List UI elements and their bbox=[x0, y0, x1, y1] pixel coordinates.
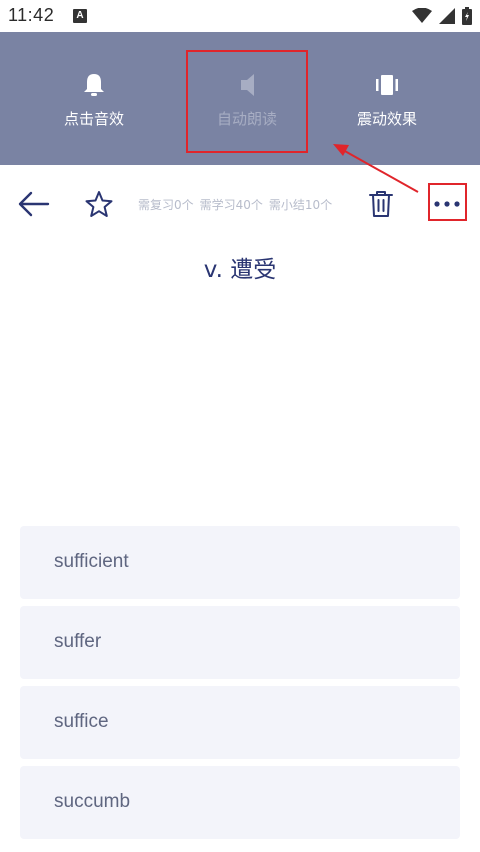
notification-a-icon: A bbox=[73, 9, 87, 23]
annotation-highlight-auto-read bbox=[186, 50, 308, 153]
study-stats: 需复习0个 需学习40个 需小结10个 bbox=[138, 196, 338, 213]
summary-count: 需小结10个 bbox=[268, 198, 333, 212]
choice-text: succumb bbox=[54, 791, 131, 812]
choice-option[interactable]: succumb bbox=[20, 766, 460, 839]
review-count: 需复习0个 bbox=[138, 198, 194, 212]
choice-option[interactable]: suffice bbox=[20, 686, 460, 759]
vibrate-icon bbox=[376, 75, 398, 95]
click-sound-toggle[interactable]: 点击音效 bbox=[14, 32, 174, 165]
toolbar: 需复习0个 需学习40个 需小结10个 bbox=[0, 180, 480, 228]
choice-text: suffice bbox=[54, 711, 109, 732]
choice-option[interactable]: suffer bbox=[20, 606, 460, 679]
delete-button[interactable] bbox=[367, 188, 395, 220]
choice-option[interactable]: sufficient bbox=[20, 526, 460, 599]
annotation-highlight-more bbox=[428, 183, 467, 221]
favorite-button[interactable] bbox=[83, 188, 115, 220]
battery-icon bbox=[462, 7, 472, 25]
arrow-left-icon bbox=[18, 191, 50, 217]
status-icons bbox=[412, 6, 472, 26]
star-icon bbox=[85, 191, 113, 217]
click-sound-label: 点击音效 bbox=[63, 110, 124, 128]
back-button[interactable] bbox=[16, 188, 52, 220]
learn-count: 需学习40个 bbox=[199, 198, 263, 212]
word-meaning: v. 遭受 bbox=[203, 257, 277, 283]
bell-icon bbox=[84, 74, 104, 96]
choice-text: sufficient bbox=[54, 551, 129, 572]
status-time: 11:42 bbox=[8, 5, 55, 25]
choice-text: suffer bbox=[54, 631, 102, 652]
signal-icon bbox=[439, 8, 455, 24]
vibrate-label: 震动效果 bbox=[356, 110, 417, 128]
vibrate-toggle[interactable]: 震动效果 bbox=[307, 32, 467, 165]
wifi-icon bbox=[412, 8, 432, 23]
status-bar: 11:42 A bbox=[0, 0, 480, 32]
app-screen: 11:42 A 点击音效 自动朗读 震动效果 需复习0个 需学习40个 需小结1… bbox=[0, 0, 480, 852]
trash-icon bbox=[369, 191, 393, 217]
